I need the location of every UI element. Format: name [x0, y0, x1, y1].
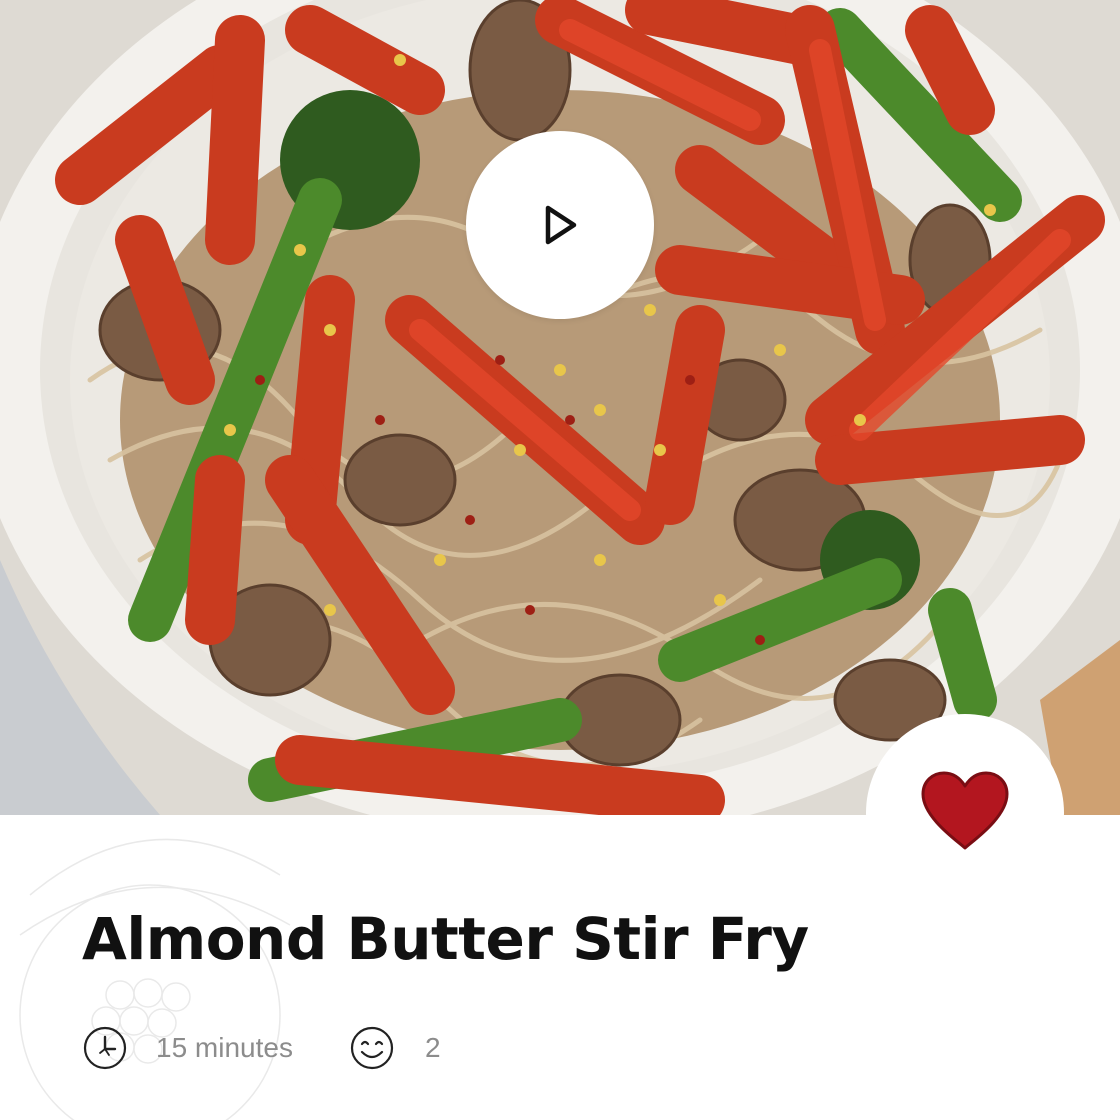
recipe-hero-image[interactable]	[0, 0, 1120, 815]
stir-fry-photo	[0, 0, 1120, 815]
recipe-title: Almond Butter Stir Fry	[82, 905, 809, 973]
recipe-screen: Almond Butter Stir Fry 15 minutes 2	[0, 0, 1120, 1120]
recipe-meta-row: 15 minutes 2	[82, 1024, 441, 1072]
servings: 2	[349, 1025, 441, 1071]
servings-text: 2	[424, 1032, 441, 1063]
cook-time-text: 15 minutes	[156, 1032, 293, 1063]
smiley-face-icon	[349, 1025, 395, 1071]
heart-icon	[921, 771, 1009, 850]
favorite-button[interactable]	[866, 714, 1064, 912]
cook-time: 15 minutes	[82, 1025, 293, 1071]
clock-icon	[82, 1025, 128, 1071]
play-video-button[interactable]	[466, 131, 654, 319]
play-icon	[545, 205, 577, 245]
